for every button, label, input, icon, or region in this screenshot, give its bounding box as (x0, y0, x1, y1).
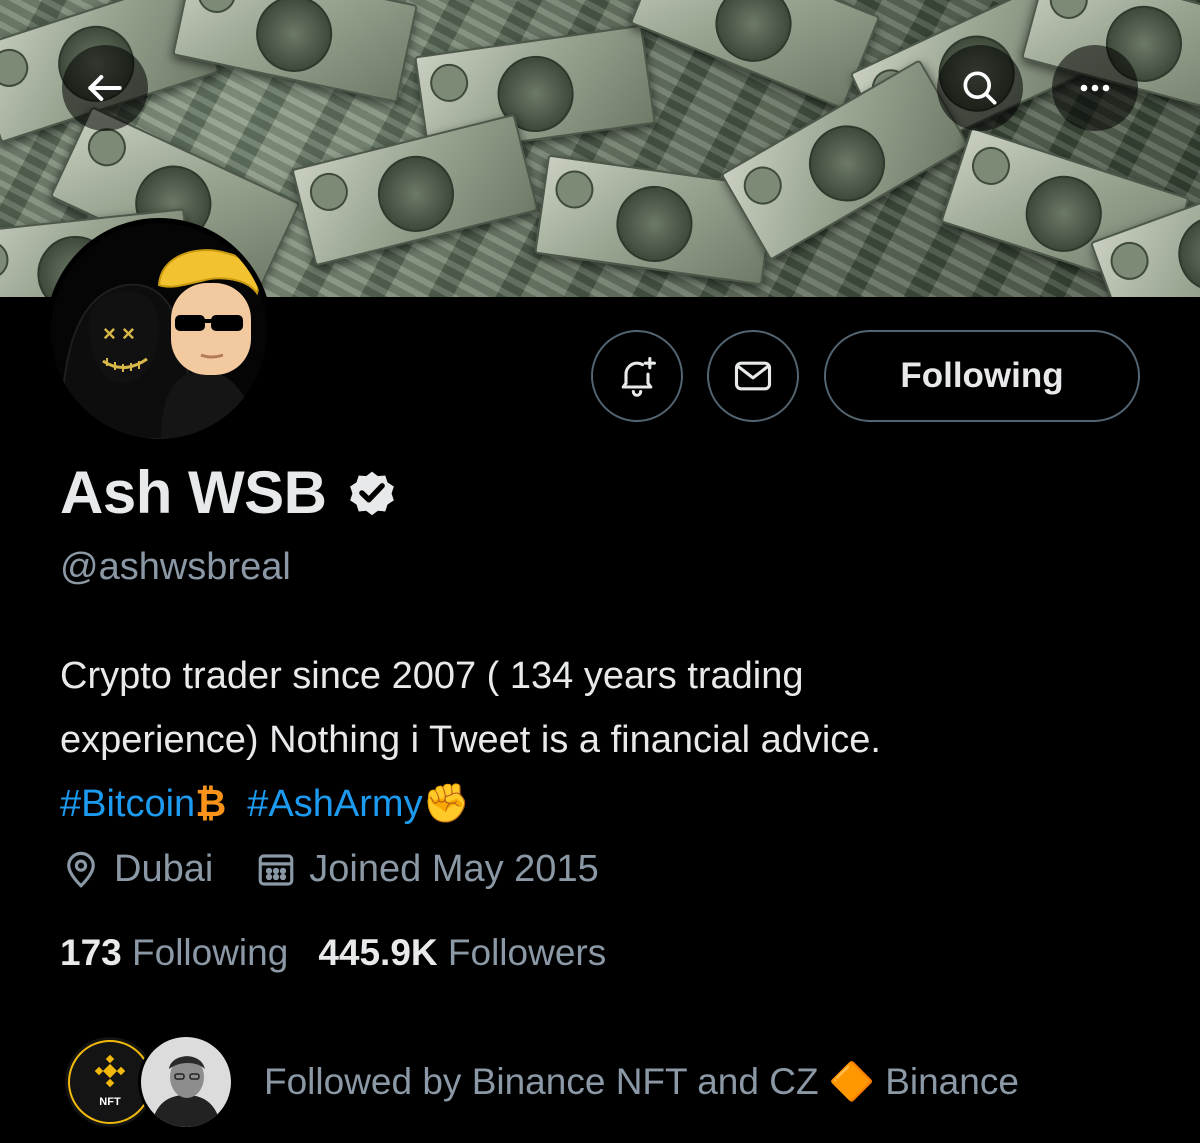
follower-avatar-cz (138, 1034, 234, 1130)
following-label: Following (132, 932, 289, 973)
following-count: 173 (60, 932, 122, 973)
followers-count: 445.9K (318, 932, 438, 973)
message-button[interactable] (707, 330, 799, 422)
profile-name-row: Ash WSB (60, 458, 399, 527)
envelope-icon (734, 361, 772, 391)
bell-plus-icon (621, 357, 656, 397)
hashtag-bitcoin-link[interactable]: #Bitcoin (60, 783, 195, 825)
location-text: Dubai (114, 848, 214, 890)
hashtag-asharmy-link[interactable]: #AshArmy (247, 783, 422, 825)
bio-line-3: #Bitcoin₿ #AshArmy✊ (60, 772, 1160, 836)
profile-avatar[interactable]: × × (46, 218, 272, 444)
cz-photo (141, 1037, 231, 1127)
notifications-button[interactable] (591, 330, 683, 422)
profile-stats: 173 Following 445.9K Followers (60, 932, 606, 974)
profile-handle: @ashwsbreal (60, 546, 291, 588)
bio-line-1: Crypto trader since 2007 ( 134 years tra… (60, 655, 804, 697)
followers-stat-link[interactable]: 445.9K Followers (318, 932, 606, 974)
profile-meta: Dubai Joined May 2015 (60, 848, 641, 891)
profile-bio: Crypto trader since 2007 ( 134 years tra… (60, 644, 1160, 836)
bitcoin-emoji: ₿ (195, 783, 227, 825)
more-dots-icon (1080, 84, 1110, 92)
back-button[interactable] (62, 45, 148, 131)
joined-text: Joined May 2015 (309, 848, 599, 890)
calendar-icon (258, 853, 294, 886)
arrow-left-icon (88, 74, 122, 102)
bio-line-2: experience) Nothing i Tweet is a financi… (60, 719, 881, 761)
svg-text:× ×: × × (103, 321, 135, 346)
joined-item: Joined May 2015 (255, 848, 599, 891)
followers-label: Followers (447, 932, 607, 973)
search-button[interactable] (937, 45, 1023, 131)
location-item: Dubai (60, 848, 213, 891)
avatar-image: × × (51, 223, 267, 439)
location-pin-icon (67, 851, 95, 888)
following-stat-link[interactable]: 173 Following (60, 932, 288, 974)
followed-by-row[interactable]: NFT Followed by Binance NFT and CZ 🔶 Bin… (62, 1034, 1019, 1130)
search-icon (963, 71, 997, 105)
verified-badge-icon (349, 471, 394, 515)
profile-name: Ash WSB (60, 459, 327, 526)
nft-label: NFT (99, 1096, 121, 1108)
following-button[interactable]: Following (824, 330, 1140, 422)
raised-fist-emoji: ✊ (422, 783, 470, 825)
followed-by-text: Followed by Binance NFT and CZ 🔶 Binance (264, 1060, 1019, 1102)
more-button[interactable] (1052, 45, 1138, 131)
